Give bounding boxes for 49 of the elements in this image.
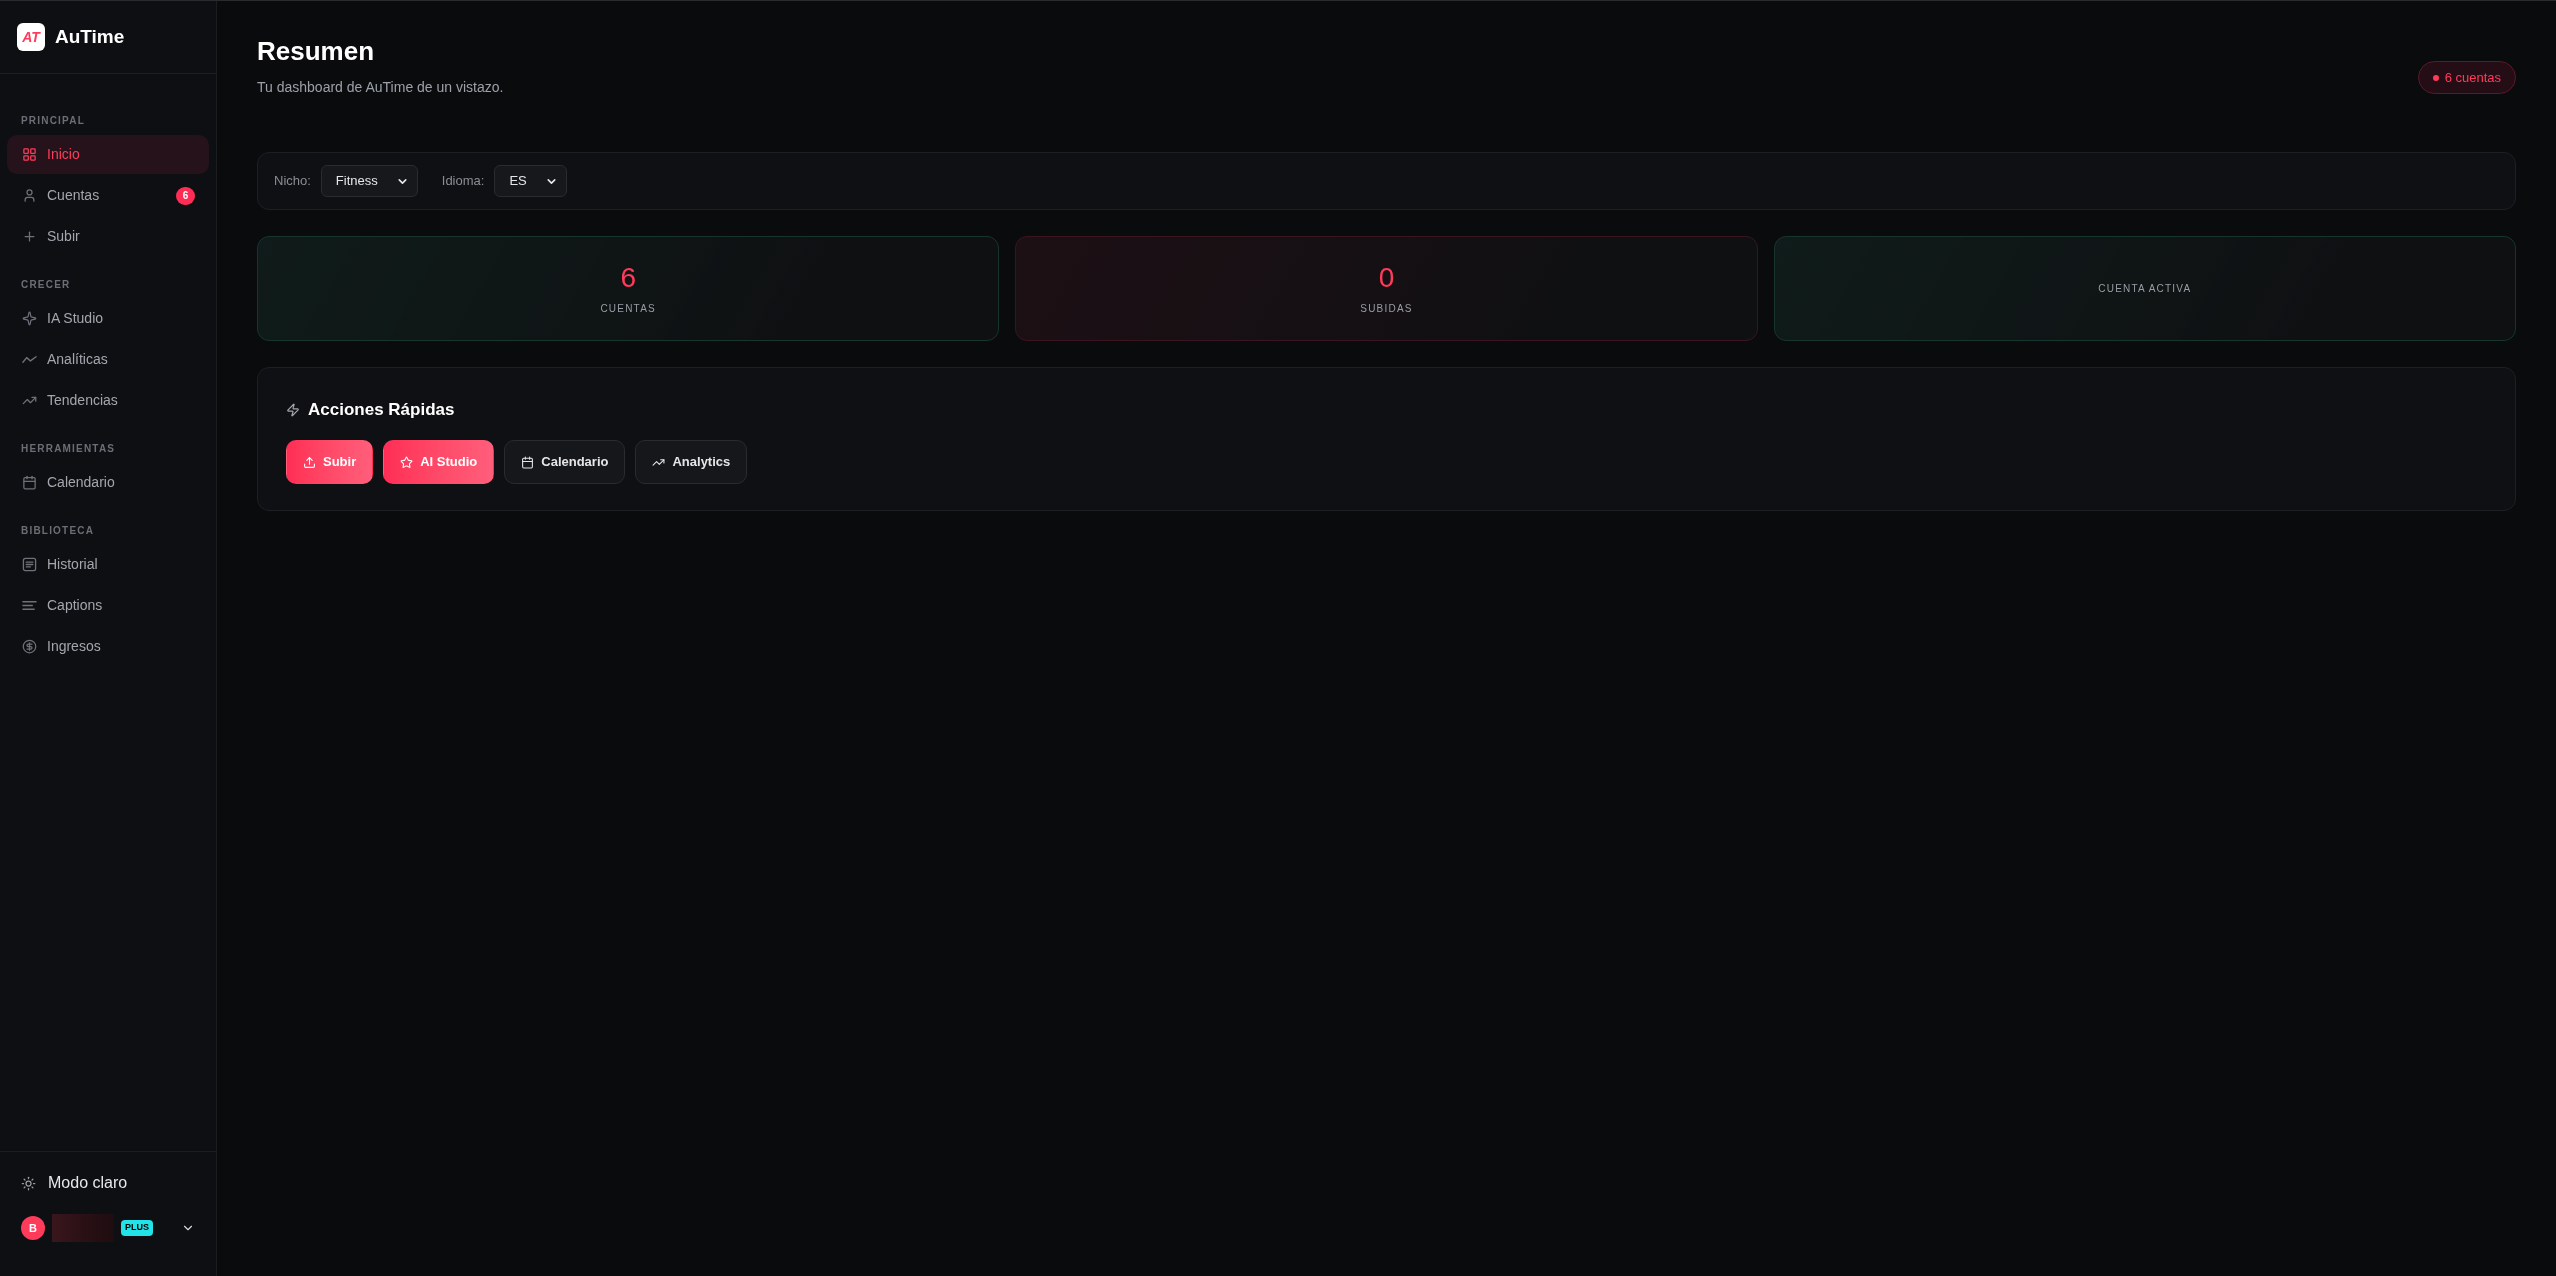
nav-item[interactable]: Historial <box>7 545 209 584</box>
nav-item[interactable]: IA Studio <box>7 299 209 338</box>
nav-item[interactable]: Subir <box>7 217 209 256</box>
section-label: HERRAMIENTAS <box>20 442 117 456</box>
nav-item[interactable]: Ingresos <box>7 627 209 666</box>
avatar: B <box>21 1216 45 1240</box>
dropdown-select[interactable]: Fitness <box>320 165 418 197</box>
page-subtitle: Tu dashboard de AuTime de un vistazo. <box>257 78 504 97</box>
calendar-icon <box>521 455 535 469</box>
upload-icon <box>303 455 316 469</box>
document-icon <box>22 557 37 572</box>
filter-label: Nicho: <box>274 172 311 191</box>
action-button[interactable]: Analytics <box>635 440 748 484</box>
grid-icon <box>22 147 37 162</box>
nav-item[interactable]: Calendario <box>7 463 209 502</box>
section-label: CRECER <box>20 278 72 292</box>
stat-label: CUENTAS <box>600 301 656 316</box>
sun-icon <box>21 1175 36 1191</box>
stat-label: CUENTA ACTIVA <box>2098 281 2192 296</box>
nav-item[interactable]: Inicio <box>7 135 209 174</box>
filter-label: Idioma: <box>441 172 485 191</box>
badge-text: 6 cuentas <box>2444 68 2501 87</box>
page-title: Resumen <box>257 35 376 67</box>
stat-label: SUBIDAS <box>1360 301 1413 316</box>
section-label: BIBLIOTECA <box>20 524 96 538</box>
section-label: PRINCIPAL <box>20 114 86 128</box>
image-placeholder <box>52 1214 114 1242</box>
section-title: Acciones Rápidas <box>308 399 455 422</box>
logo-mark: AT <box>17 23 45 51</box>
nav-item[interactable]: Cuentas 6 <box>7 176 209 215</box>
theme-toggle[interactable]: Modo claro <box>21 1173 195 1193</box>
action-button[interactable]: Calendario <box>504 440 626 484</box>
star-icon <box>400 455 414 469</box>
sparkle-icon <box>22 311 37 326</box>
plan-badge: PLUS <box>121 1220 153 1236</box>
dropdown-select[interactable]: ES <box>494 165 567 197</box>
stat-value: 0 <box>1378 261 1395 294</box>
calendar-icon <box>22 475 37 490</box>
dollar-circle-icon <box>22 639 37 654</box>
lightning-icon <box>286 403 300 417</box>
text-lines-icon <box>22 598 37 613</box>
stat-value: 6 <box>620 261 636 294</box>
count-badge: 6 <box>176 186 195 205</box>
plus-icon <box>22 229 37 244</box>
nav-item[interactable]: Tendencias <box>7 381 209 420</box>
nav-item[interactable]: Captions <box>7 586 209 625</box>
nav-item[interactable]: Analíticas <box>7 340 209 379</box>
user-icon <box>22 188 37 203</box>
app-name: AuTime <box>55 24 125 49</box>
